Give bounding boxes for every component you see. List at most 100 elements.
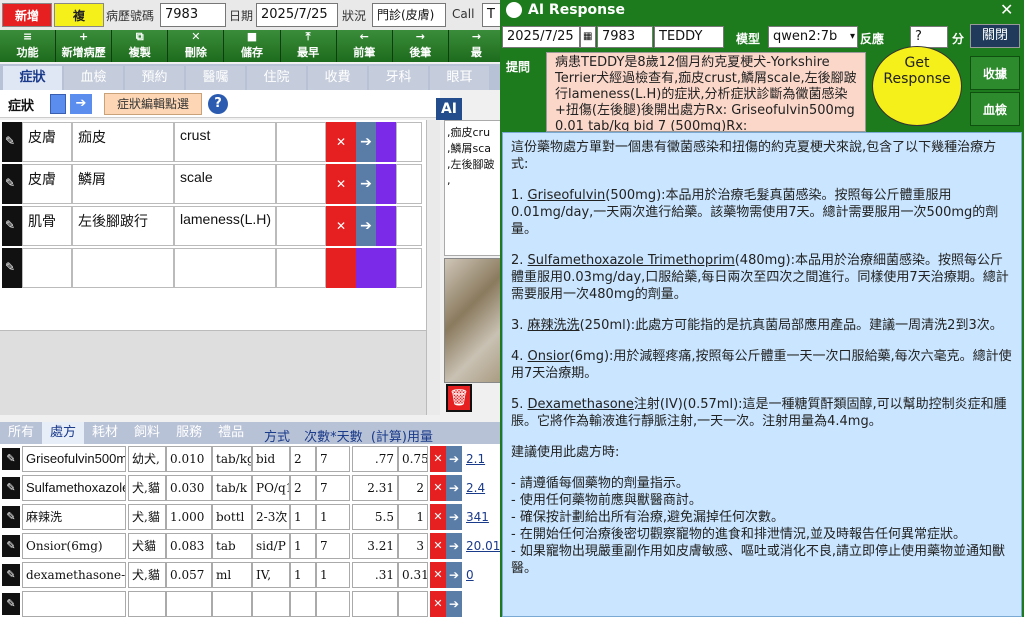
delete-icon[interactable]: ✕ <box>430 533 446 559</box>
rx-qty[interactable]: 0.31 <box>398 562 428 588</box>
toolbar-button-7[interactable]: → 後筆 <box>392 30 449 62</box>
symptom-english[interactable]: crust <box>174 122 276 162</box>
rx-price-link[interactable]: 0 <box>466 562 474 588</box>
rx-tab-1[interactable]: 處方 <box>42 422 85 444</box>
rx-species[interactable] <box>128 591 166 617</box>
delete-icon[interactable]: ✕ <box>430 562 446 588</box>
symptom-category[interactable]: 肌骨 <box>22 206 72 246</box>
rx-times[interactable]: 1 <box>290 533 316 559</box>
toolbar-button-5[interactable]: ⤒ 最早 <box>280 30 337 62</box>
symptom-category[interactable] <box>22 248 72 288</box>
rx-species[interactable]: 幼犬, <box>128 446 166 472</box>
close-icon[interactable]: ✕ <box>1000 0 1013 20</box>
receipt-button[interactable]: 收據 <box>970 56 1020 90</box>
rx-unit[interactable]: tab <box>212 533 252 559</box>
rx-unit[interactable]: ml <box>212 562 252 588</box>
prompt-textarea[interactable]: 病患TEDDY是8歲12個月約克夏梗犬-Yorkshire Terrier犬經過… <box>546 52 866 132</box>
blank-cell[interactable] <box>396 164 422 204</box>
rx-frequency[interactable]: 2-3次 <box>252 504 290 530</box>
help-icon[interactable]: ? <box>208 94 228 114</box>
arrow-right-icon[interactable]: ➔ <box>356 164 376 204</box>
rx-dose[interactable]: 1.000 <box>166 504 212 530</box>
rx-name[interactable]: Sulfamethoxazole <box>22 475 126 501</box>
edit-icon[interactable]: ✎ <box>2 535 20 557</box>
rx-times[interactable]: 2 <box>290 475 316 501</box>
rx-calc-qty[interactable]: 5.5 <box>352 504 398 530</box>
tab-6[interactable]: 牙科 <box>369 66 428 90</box>
toolbar-button-4[interactable]: ■ 儲存 <box>224 30 281 62</box>
edit-icon[interactable]: ✎ <box>2 564 20 586</box>
arrow-right-icon[interactable]: ➔ <box>446 446 462 472</box>
rx-days[interactable]: 1 <box>316 504 350 530</box>
rx-species[interactable]: 犬貓 <box>128 533 166 559</box>
rx-price-link[interactable]: 2.4 <box>466 475 485 501</box>
rx-name[interactable]: dexamethasone- <box>22 562 126 588</box>
toolbar-button-2[interactable]: ⧉ 複製 <box>112 30 169 62</box>
arrow-right-icon[interactable]: ➔ <box>446 562 462 588</box>
symptom-extra[interactable] <box>276 164 326 204</box>
color-tag[interactable] <box>376 122 396 162</box>
rx-days[interactable] <box>316 591 350 617</box>
tab-0[interactable]: 症狀 <box>3 66 62 90</box>
rx-frequency[interactable]: bid <box>252 446 290 472</box>
rx-days[interactable]: 7 <box>316 475 350 501</box>
rx-frequency[interactable]: PO/q1 <box>252 475 290 501</box>
copy-button[interactable]: 複 <box>54 3 104 27</box>
symptom-term[interactable]: 痂皮 <box>72 122 174 162</box>
delete-icon[interactable]: ✕ <box>326 122 356 162</box>
blank-cell[interactable] <box>396 206 422 246</box>
rx-tab-3[interactable]: 飼料 <box>126 422 168 444</box>
rx-days[interactable]: 7 <box>316 533 350 559</box>
arrow-right-icon[interactable]: ➔ <box>446 533 462 559</box>
response-text-area[interactable]: 這份藥物處方單對一個患有黴菌感染和扭傷的約克夏梗犬來說,包含了以下幾種治療方式:… <box>502 132 1022 617</box>
rx-unit[interactable] <box>212 591 252 617</box>
ai-button[interactable]: AI <box>436 98 462 120</box>
close-button[interactable]: 關閉 <box>970 24 1020 48</box>
symptom-edit-button[interactable]: 症狀編輯點選 <box>104 93 202 115</box>
symptom-category[interactable]: 皮膚 <box>22 164 72 204</box>
rx-qty[interactable]: 0.75 <box>398 446 428 472</box>
tab-5[interactable]: 收費 <box>308 66 367 90</box>
rx-price-link[interactable]: 2.1 <box>466 446 485 472</box>
model-select[interactable]: qwen2:7b ▾ <box>768 26 858 48</box>
tab-7[interactable]: 眼耳 <box>430 66 489 90</box>
rx-qty[interactable]: 3 <box>398 533 428 559</box>
rx-days[interactable]: 7 <box>316 446 350 472</box>
status-field[interactable]: 門診(皮膚) <box>372 3 446 27</box>
rx-species[interactable]: 犬,貓 <box>128 504 166 530</box>
ai-date-field[interactable]: 2025/7/25 <box>502 26 580 48</box>
symptom-category[interactable]: 皮膚 <box>22 122 72 162</box>
rx-calc-qty[interactable] <box>352 591 398 617</box>
ai-record-no-field[interactable]: 7983 <box>597 26 653 48</box>
rx-times[interactable]: 1 <box>290 562 316 588</box>
rx-calc-qty[interactable]: 2.31 <box>352 475 398 501</box>
blank-cell[interactable] <box>396 248 422 288</box>
tab-4[interactable]: 住院 <box>247 66 306 90</box>
blood-test-button[interactable]: 血檢 <box>970 92 1020 126</box>
arrow-right-icon[interactable]: ➔ <box>356 206 376 246</box>
rx-calc-qty[interactable]: .31 <box>352 562 398 588</box>
rx-price-link[interactable]: 20.01 <box>466 533 500 559</box>
edit-icon[interactable]: ✎ <box>2 477 20 499</box>
vertical-scrollbar[interactable] <box>426 120 440 415</box>
symptom-term[interactable]: 左後腳跛行 <box>72 206 174 246</box>
rx-tab-5[interactable]: 禮品 <box>210 422 252 444</box>
arrow-right-icon[interactable]: ➔ <box>446 475 462 501</box>
trash-icon[interactable]: 🗑 <box>446 384 472 412</box>
record-no-field[interactable]: 7983 <box>160 3 226 27</box>
notes-panel[interactable]: ,痂皮cru ,鱗屑sca ,左後腳跛, <box>444 120 504 256</box>
rx-tab-4[interactable]: 服務 <box>168 422 210 444</box>
color-tag[interactable] <box>376 248 396 288</box>
ai-pet-name-field[interactable]: TEDDY <box>654 26 724 48</box>
toolbar-button-0[interactable]: ≡ 功能 <box>0 30 57 62</box>
edit-icon[interactable]: ✎ <box>2 448 20 470</box>
rx-dose[interactable]: 0.057 <box>166 562 212 588</box>
toolbar-button-8[interactable]: → 最 <box>448 30 505 62</box>
rx-name[interactable] <box>22 591 126 617</box>
toolbar-button-1[interactable]: + 新增病歷 <box>56 30 113 62</box>
rx-price-link[interactable]: 341 <box>466 504 489 530</box>
calendar-icon[interactable]: ▦ <box>580 26 596 48</box>
edit-icon[interactable]: ✎ <box>2 593 20 615</box>
lang-toggle-button[interactable] <box>50 94 66 114</box>
symptom-english[interactable]: lameness(L.H) <box>174 206 276 246</box>
